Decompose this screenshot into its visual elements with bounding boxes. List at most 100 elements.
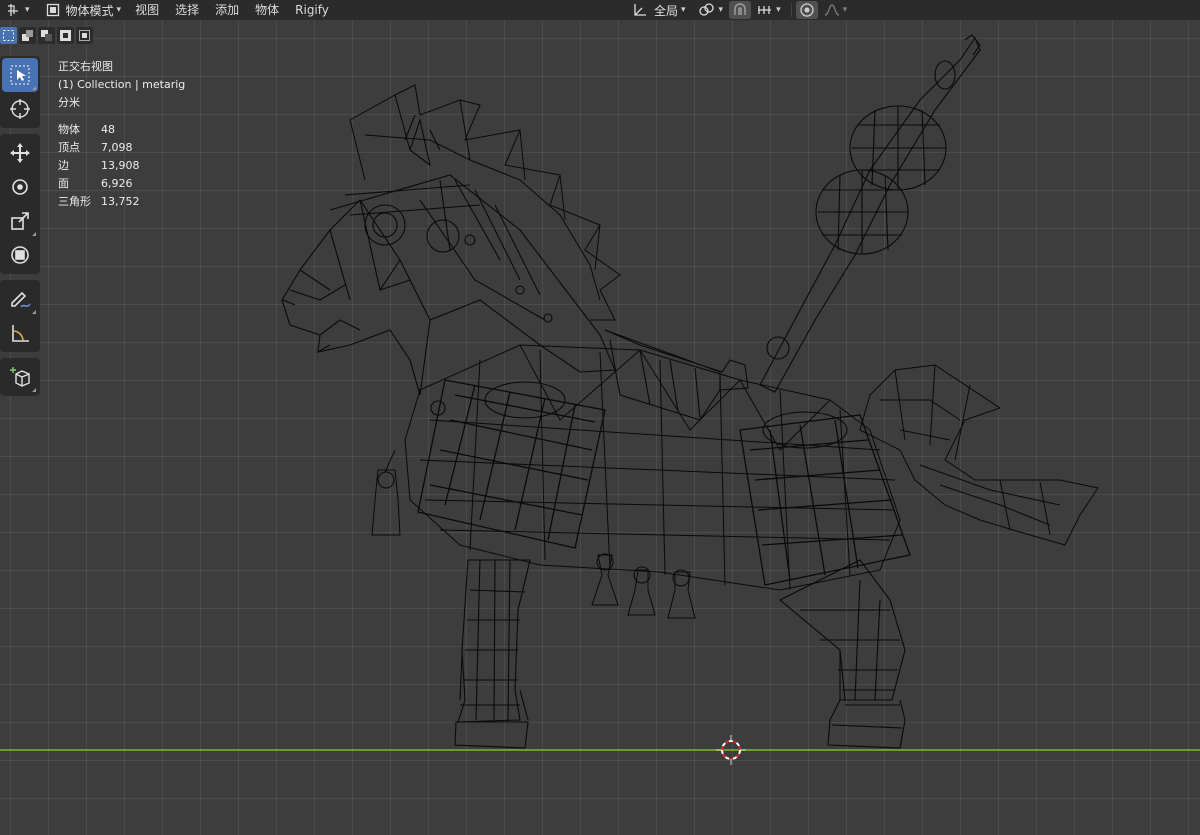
select-subtract-button[interactable] bbox=[38, 26, 55, 44]
header-tools: 全局 ▾ ▾ ▾ ▾ bbox=[626, 0, 853, 20]
cursor-icon bbox=[10, 99, 30, 119]
falloff-selector[interactable]: ▾ bbox=[818, 0, 854, 20]
stat-value: 6,926 bbox=[101, 177, 133, 190]
tool-group-select bbox=[0, 56, 40, 128]
menu-object[interactable]: 物体 bbox=[247, 0, 287, 20]
chevron-down-icon: ▾ bbox=[776, 5, 781, 15]
proportional-editing-toggle[interactable] bbox=[795, 1, 818, 19]
magnet-icon bbox=[734, 3, 746, 15]
orientation-icon bbox=[634, 4, 646, 16]
select-box-icon bbox=[10, 65, 30, 85]
select-box-new-icon bbox=[3, 29, 14, 41]
horse-tail bbox=[859, 364, 1099, 546]
horse-wireframe-model[interactable] bbox=[0, 0, 1200, 835]
select-mode-buttons bbox=[0, 25, 93, 45]
stat-key: 三角形 bbox=[58, 195, 91, 208]
stat-row-vertices: 顶点 7,098 bbox=[58, 139, 140, 157]
tool-scale[interactable] bbox=[2, 204, 38, 238]
select-invert-button[interactable] bbox=[57, 26, 74, 44]
tool-add-cube[interactable] bbox=[2, 360, 38, 394]
stat-key: 顶点 bbox=[58, 141, 80, 154]
select-intersect-icon bbox=[79, 29, 90, 41]
menu-view[interactable]: 视图 bbox=[127, 0, 167, 20]
collection-label: (1) Collection | metarig bbox=[58, 78, 186, 91]
tassels bbox=[371, 449, 696, 619]
pivot-icon bbox=[698, 3, 714, 16]
chevron-down-icon: ▾ bbox=[25, 5, 30, 15]
mode-selector[interactable]: 物体模式 ▾ bbox=[40, 0, 128, 20]
tool-annotate[interactable] bbox=[2, 282, 38, 316]
tool-transform[interactable] bbox=[2, 238, 38, 272]
mode-label: 物体模式 bbox=[65, 3, 114, 18]
select-new-button[interactable] bbox=[0, 26, 17, 44]
stat-row-objects: 物体 48 bbox=[58, 121, 140, 139]
hind-leg bbox=[779, 559, 906, 749]
chevron-down-icon: ▾ bbox=[842, 5, 848, 15]
move-icon bbox=[10, 143, 30, 163]
stat-key: 面 bbox=[58, 177, 69, 190]
pivot-point-selector[interactable]: ▾ bbox=[692, 0, 730, 20]
tool-group-add bbox=[0, 358, 40, 396]
select-intersect-button[interactable] bbox=[76, 26, 93, 44]
chevron-down-icon: ▾ bbox=[116, 5, 122, 15]
tool-variants-indicator bbox=[32, 388, 36, 392]
snap-target-selector[interactable]: ▾ bbox=[751, 0, 787, 20]
horse-body bbox=[404, 344, 901, 591]
stat-key: 边 bbox=[58, 159, 69, 172]
annotate-icon bbox=[11, 291, 31, 308]
back-ornament bbox=[759, 34, 981, 393]
tool-variants-indicator bbox=[32, 310, 36, 314]
scene-statistics: 物体 48 顶点 7,098 边 13,908 面 6,926 三角形 13,7… bbox=[58, 121, 140, 211]
tool-group-annotate bbox=[0, 280, 40, 352]
scale-icon bbox=[11, 212, 29, 230]
horse-head bbox=[281, 114, 616, 396]
menu-add[interactable]: 添加 bbox=[207, 0, 247, 20]
tool-measure[interactable] bbox=[2, 316, 38, 350]
3d-viewport-icon bbox=[8, 4, 18, 16]
menu-select[interactable]: 选择 bbox=[167, 0, 207, 20]
chevron-down-icon: ▾ bbox=[681, 5, 686, 15]
3d-viewport[interactable] bbox=[0, 0, 1200, 835]
add-cube-icon bbox=[10, 367, 30, 387]
3d-cursor-icon[interactable] bbox=[716, 735, 746, 765]
measure-icon bbox=[12, 325, 29, 342]
tool-rotate[interactable] bbox=[2, 170, 38, 204]
stat-value: 7,098 bbox=[101, 141, 133, 154]
tool-variants-indicator bbox=[32, 86, 36, 90]
snap-increment-icon bbox=[758, 6, 772, 14]
proportional-icon bbox=[799, 3, 814, 17]
view-name-label: 正交右视图 bbox=[58, 60, 113, 73]
transform-orientation-selector[interactable]: 全局 ▾ bbox=[626, 0, 692, 20]
chevron-down-icon: ▾ bbox=[718, 5, 724, 15]
tool-move[interactable] bbox=[2, 136, 38, 170]
transform-icon bbox=[11, 246, 29, 264]
menu-rigify[interactable]: Rigify bbox=[287, 0, 337, 20]
stat-value: 48 bbox=[101, 123, 115, 136]
tool-select-box[interactable] bbox=[2, 58, 38, 92]
tool-cursor[interactable] bbox=[2, 92, 38, 126]
header-separator bbox=[790, 3, 792, 17]
tool-variants-indicator bbox=[32, 232, 36, 236]
viewport-info-overlay: 正交右视图 (1) Collection | metarig 分米 bbox=[58, 58, 185, 112]
rotate-icon bbox=[12, 179, 28, 195]
select-subtract-icon bbox=[41, 29, 52, 41]
stat-key: 物体 bbox=[58, 123, 80, 136]
front-leg bbox=[454, 559, 531, 749]
falloff-curve-icon bbox=[824, 4, 839, 16]
saddle bbox=[430, 329, 848, 449]
tool-group-transform bbox=[0, 134, 40, 274]
stat-row-edges: 边 13,908 bbox=[58, 157, 140, 175]
stat-value: 13,752 bbox=[101, 195, 140, 208]
units-label: 分米 bbox=[58, 96, 80, 109]
orientation-label: 全局 bbox=[654, 3, 679, 18]
editor-type-button[interactable]: ▾ bbox=[0, 0, 36, 20]
armor-panels bbox=[417, 379, 911, 586]
select-extend-button[interactable] bbox=[19, 26, 36, 44]
stat-row-faces: 面 6,926 bbox=[58, 175, 140, 193]
viewport-header: ▾ 物体模式 ▾ 视图 选择 添加 物体 Rigify 全局 ▾ ▾ ▾ ▾ bbox=[0, 0, 1200, 20]
stat-row-triangles: 三角形 13,752 bbox=[58, 193, 140, 211]
stat-value: 13,908 bbox=[101, 159, 140, 172]
select-extend-icon bbox=[22, 29, 33, 41]
snap-toggle[interactable] bbox=[729, 1, 752, 19]
tool-shelf bbox=[0, 56, 40, 402]
